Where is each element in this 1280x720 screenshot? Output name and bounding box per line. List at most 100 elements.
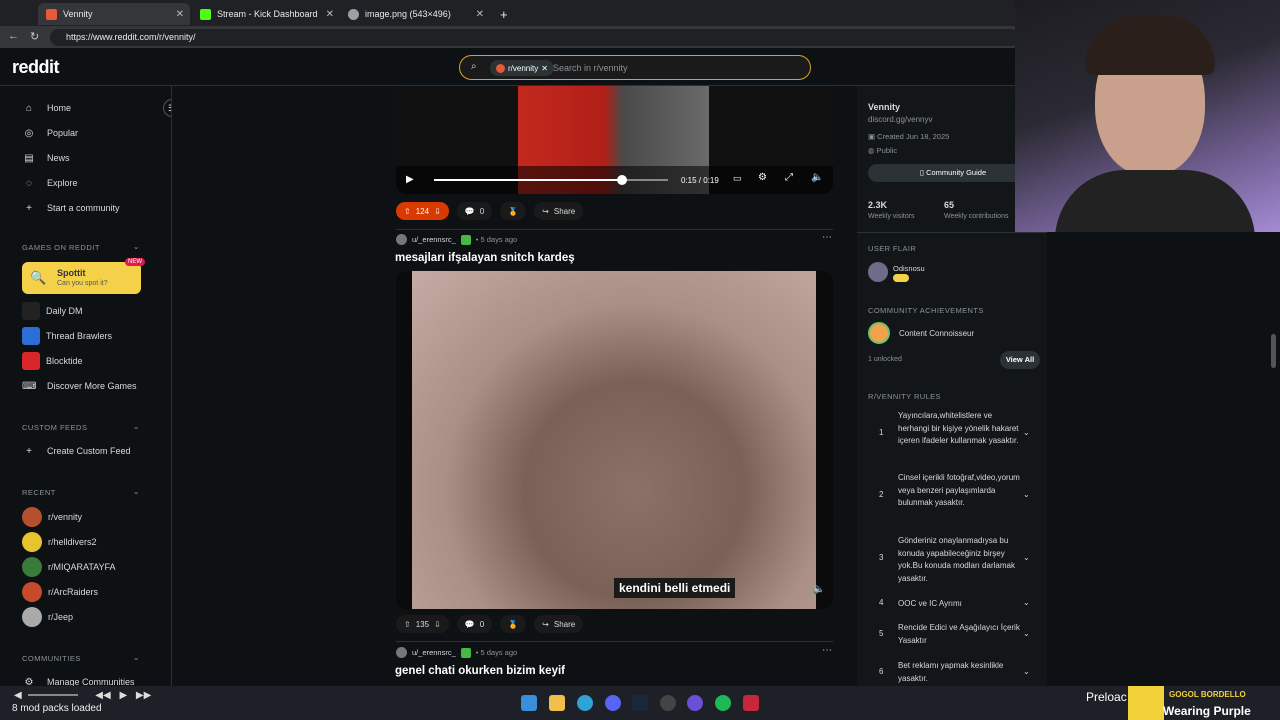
sidebar-item-discover-games[interactable]: ⌨ Discover More Games	[22, 376, 137, 396]
section-title: RECENT	[22, 488, 56, 497]
tab-image[interactable]: image.png (543×496) ✕	[340, 3, 490, 25]
spottit-game-card[interactable]: 🔍 Spottit Can you spot it? NEW	[22, 258, 145, 294]
award-button[interactable]: 🏅	[500, 615, 527, 633]
sidebar-item-news[interactable]: ▤ News	[22, 148, 70, 168]
sidebar-item-thread-brawlers[interactable]: Thread Brawlers	[22, 326, 112, 346]
previous-icon[interactable]: ◀◀	[95, 690, 110, 701]
sidebar-item-create-feed[interactable]: + Create Custom Feed	[22, 441, 130, 461]
comments-button[interactable]: 💬 0	[456, 615, 493, 633]
more-options-icon[interactable]: ⋯	[822, 645, 832, 656]
gamepad-icon: ⌨	[22, 380, 37, 392]
settings-gear-icon[interactable]: ⚙	[758, 172, 767, 183]
share-button[interactable]: ↪ Share	[534, 202, 584, 220]
downvote-icon[interactable]: ⇩	[434, 620, 441, 629]
play-icon[interactable]: ▶	[119, 690, 127, 701]
sidebar-item-recent[interactable]: r/vennity	[22, 507, 82, 527]
collapse-sidebar-button[interactable]: ☰	[163, 99, 171, 117]
sidebar-item-home[interactable]: ⌂ Home	[22, 98, 71, 118]
steam-icon[interactable]	[632, 695, 648, 711]
volume-slider[interactable]	[28, 694, 79, 697]
windows-start-icon[interactable]	[521, 695, 537, 711]
plus-icon: +	[26, 202, 32, 214]
sidebar-item-recent[interactable]: r/MIQARATAYFA	[22, 557, 116, 577]
more-options-icon[interactable]: ⋯	[822, 232, 832, 243]
app-icon[interactable]	[660, 695, 676, 711]
reload-icon[interactable]: ↻	[30, 30, 39, 43]
discord-icon[interactable]	[605, 695, 621, 711]
spotify-icon[interactable]	[715, 695, 731, 711]
user-avatar[interactable]	[396, 234, 407, 245]
close-icon[interactable]: ✕	[326, 9, 334, 20]
vote-control[interactable]: ⇧ 124 ⇩	[396, 202, 449, 220]
seek-handle[interactable]	[617, 175, 627, 185]
rule-text: Bet reklamı yapmak kesinlikle yasaktır.	[898, 661, 1004, 683]
news-icon: ▤	[24, 152, 34, 164]
custom-feeds-section-header[interactable]: CUSTOM FEEDS ⌄	[22, 422, 140, 432]
post-title[interactable]: mesajları ifşalayan snitch kardeş	[395, 252, 575, 264]
preload-text: Preloac	[1086, 690, 1127, 704]
tab-kick-dashboard[interactable]: Stream - Kick Dashboard ✕	[192, 3, 340, 25]
post-author[interactable]: u/_erennsrc_	[412, 235, 456, 244]
post-age: • 5 days ago	[475, 648, 518, 657]
recent-section-header[interactable]: RECENT ⌄	[22, 487, 140, 497]
games-section-header[interactable]: GAMES ON REDDIT ⌄	[22, 242, 140, 252]
back-arrow-icon[interactable]: ←	[8, 30, 19, 42]
visitors-label: Weekly visitors	[868, 213, 915, 220]
video-player[interactable]: kendini belli etmedi 🔈	[396, 271, 833, 609]
downvote-icon[interactable]: ⇩	[434, 207, 441, 216]
close-icon[interactable]: ✕	[541, 64, 548, 73]
flair-badge	[460, 647, 471, 658]
seek-bar[interactable]	[434, 175, 668, 185]
captions-icon[interactable]: ▭	[733, 173, 742, 184]
sidebar-item-recent[interactable]: r/Jeep	[22, 607, 73, 627]
fullscreen-icon[interactable]: ⤢	[785, 172, 793, 183]
user-avatar[interactable]	[396, 647, 407, 658]
vote-control[interactable]: ⇧ 135 ⇩	[396, 615, 449, 633]
play-icon[interactable]: ▶	[406, 174, 414, 185]
sidebar-item-label: r/Jeep	[48, 612, 74, 622]
close-icon[interactable]: ✕	[176, 9, 184, 20]
sidebar-item-blocktide[interactable]: Blocktide	[22, 351, 83, 371]
comments-button[interactable]: 💬 0	[456, 202, 493, 220]
scrollbar-thumb[interactable]	[1271, 334, 1276, 368]
file-explorer-icon[interactable]	[549, 695, 565, 711]
reddit-logo[interactable]: reddit	[12, 57, 60, 78]
obs-icon[interactable]	[687, 695, 703, 711]
upvote-icon[interactable]: ⇧	[404, 207, 411, 216]
volume-icon[interactable]: 🔈	[811, 172, 823, 183]
new-tab-button[interactable]: +	[492, 3, 516, 25]
community-link[interactable]: discord.gg/vennyv	[868, 115, 932, 124]
post-author[interactable]: u/_erennsrc_	[412, 648, 456, 657]
sidebar-item-daily-dm[interactable]: Daily DM	[22, 301, 83, 321]
sidebar-item-popular[interactable]: ◎ Popular	[22, 123, 78, 143]
url-field[interactable]: https://www.reddit.com/r/vennity/	[50, 29, 1020, 46]
sidebar-item-recent[interactable]: r/ArcRaiders	[22, 582, 98, 602]
comment-icon: 💬	[464, 206, 475, 216]
tab-vennity[interactable]: Vennity ✕	[38, 3, 190, 25]
share-button[interactable]: ↪ Share	[534, 615, 584, 633]
communities-section-header[interactable]: COMMUNITIES ⌄	[22, 653, 140, 663]
post-title[interactable]: genel chati okurken bizim keyif	[395, 665, 565, 677]
subreddit-filter-chip[interactable]: r/vennity ✕	[490, 60, 554, 76]
view-all-button[interactable]: View All	[1000, 351, 1040, 369]
sidebar-item-recent[interactable]: r/helldivers2	[22, 532, 97, 552]
edge-browser-icon[interactable]	[577, 695, 593, 711]
sidebar-item-start-community[interactable]: + Start a community	[22, 198, 119, 218]
speaker-icon[interactable]: ◀	[14, 690, 22, 701]
search-bar[interactable]: ⌕ r/vennity ✕ Search in r/vennity	[459, 55, 811, 80]
video-player[interactable]: ▶ 0:15 / 0:19 ▭ ⚙ ⤢ 🔈	[396, 86, 833, 194]
upvote-icon[interactable]: ⇧	[404, 620, 411, 629]
sidebar-item-label: News	[47, 153, 70, 163]
post-feed: ▶ 0:15 / 0:19 ▭ ⚙ ⤢ 🔈 ⇧ 124 ⇩ 💬 0 🏅 ↪ Share …	[172, 86, 857, 686]
valorant-icon[interactable]	[743, 695, 759, 711]
rule-text: Gönderiniz onaylanmadıysa bu konuda yapa…	[898, 536, 1015, 583]
sidebar-item-explore[interactable]: ◌ Explore	[22, 173, 78, 193]
award-button[interactable]: 🏅	[500, 202, 527, 220]
post-actions: ⇧ 135 ⇩ 💬 0 🏅 ↪ Share	[396, 615, 584, 633]
close-icon[interactable]: ✕	[476, 9, 484, 20]
community-guide-button[interactable]: ▯ Community Guide	[868, 164, 1038, 182]
volume-icon[interactable]: 🔈	[813, 584, 825, 595]
next-icon[interactable]: ▶▶	[136, 690, 151, 701]
search-icon: ⌕	[471, 61, 477, 72]
search-input[interactable]: Search in r/vennity	[553, 63, 628, 73]
